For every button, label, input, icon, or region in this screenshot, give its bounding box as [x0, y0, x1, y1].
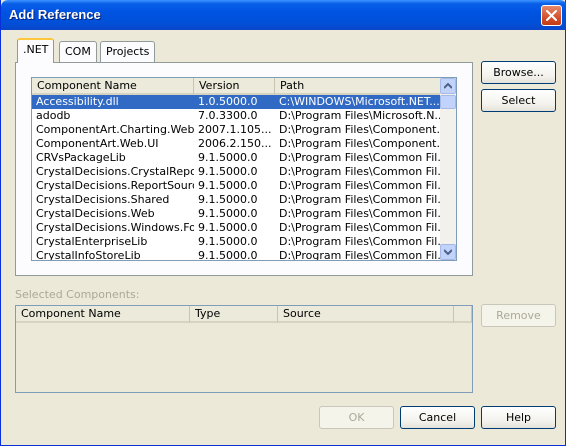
table-row[interactable]: CrystalEnterpriseLib 9.1.5000.0 D:\Program…	[32, 235, 442, 249]
column-header-filler	[454, 306, 472, 323]
selected-components-list[interactable]: Component Name Type Source	[15, 305, 473, 393]
cell-version: 9.1.5000.0	[198, 193, 258, 206]
browse-button[interactable]: Browse...	[481, 61, 556, 84]
cell-version: 9.1.5000.0	[198, 165, 258, 178]
cell-path: D:\Program Files\Common Fil...	[279, 207, 442, 220]
cell-version: 7.0.3300.0	[198, 109, 258, 122]
tab-dotnet[interactable]: .NET	[17, 38, 55, 63]
cell-component-name: CrystalDecisions.ReportSource	[36, 179, 194, 192]
cell-path: D:\Program Files\Microsoft.N...	[279, 109, 442, 122]
column-header-source[interactable]: Source	[278, 306, 454, 323]
tab-com-label: COM	[65, 45, 91, 58]
cell-path: D:\Program Files\Common Fil...	[279, 151, 442, 164]
cell-version: 9.1.5000.0	[198, 249, 258, 261]
ok-button[interactable]: OK	[319, 406, 394, 429]
select-button[interactable]: Select	[481, 89, 556, 112]
cell-version: 2007.1.105...	[198, 123, 272, 136]
scroll-thumb[interactable]	[440, 95, 456, 109]
table-row[interactable]: CrystalDecisions.CrystalRepo... 9.1.5000.…	[32, 165, 442, 179]
scroll-down-button[interactable]	[440, 244, 456, 260]
table-row[interactable]: CrystalInfoStoreLib 9.1.5000.0 D:\Program …	[32, 249, 442, 261]
table-row[interactable]: CrystalDecisions.Shared 9.1.5000.0 D:\Prog…	[32, 193, 442, 207]
table-row[interactable]: ComponentArt.Charting.Web... 2007.1.105..…	[32, 123, 442, 137]
cell-component-name: CrystalDecisions.Windows.Fo...	[36, 221, 194, 234]
cell-version: 1.0.5000.0	[198, 95, 258, 108]
column-header-component-name[interactable]: Component Name	[16, 306, 190, 323]
table-row[interactable]: CrystalDecisions.ReportSource 9.1.5000.0 D…	[32, 179, 442, 193]
cell-component-name: CrystalInfoStoreLib	[36, 249, 141, 261]
references-list[interactable]: Component Name Version Path Accessibilit…	[31, 77, 457, 261]
cell-path: D:\Program Files\Common Fil...	[279, 221, 442, 234]
cell-path: D:\Program Files\Component...	[279, 137, 442, 150]
column-header-component-name[interactable]: Component Name	[32, 78, 194, 95]
cell-component-name: ComponentArt.Web.UI	[36, 137, 159, 150]
cell-component-name: CrystalDecisions.CrystalRepo...	[36, 165, 194, 178]
selected-components-header: Component Name Type Source	[16, 306, 472, 323]
cell-component-name: CrystalEnterpriseLib	[36, 235, 148, 248]
title-bar[interactable]: Add Reference	[1, 0, 566, 30]
table-row[interactable]: CrystalDecisions.Web 9.1.5000.0 D:\Program…	[32, 207, 442, 221]
references-rows: Accessibility.dll 1.0.5000.0 C:\WINDOWS\Mi…	[32, 95, 442, 261]
cell-component-name: CrystalDecisions.Web	[36, 207, 155, 220]
cancel-button[interactable]: Cancel	[400, 406, 475, 429]
selected-components-label: Selected Components:	[15, 288, 140, 301]
cell-component-name: ComponentArt.Charting.Web...	[36, 123, 194, 136]
chevron-down-icon	[444, 249, 452, 255]
table-row[interactable]: adodb 7.0.3300.0 D:\Program Files\Microsof…	[32, 109, 442, 123]
close-button[interactable]	[541, 5, 562, 26]
cell-version: 9.1.5000.0	[198, 207, 258, 220]
tab-dotnet-label: .NET	[23, 43, 49, 56]
column-header-version[interactable]: Version	[194, 78, 275, 95]
chevron-up-icon	[444, 83, 452, 89]
tab-projects[interactable]: Projects	[100, 41, 156, 62]
table-row[interactable]: Accessibility.dll 1.0.5000.0 C:\WINDOWS\Mi…	[32, 95, 442, 109]
cell-path: D:\Program Files\Common Fil...	[279, 235, 442, 248]
references-header: Component Name Version Path	[32, 78, 442, 95]
cell-component-name: Accessibility.dll	[36, 95, 119, 108]
column-header-path[interactable]: Path	[275, 78, 442, 95]
cell-version: 9.1.5000.0	[198, 221, 258, 234]
cell-version: 9.1.5000.0	[198, 179, 258, 192]
scroll-up-button[interactable]	[440, 78, 456, 94]
remove-button[interactable]: Remove	[481, 304, 556, 327]
column-header-type[interactable]: Type	[190, 306, 278, 323]
tab-com[interactable]: COM	[59, 41, 97, 62]
table-row[interactable]: CRVsPackageLib 9.1.5000.0 D:\Program Files…	[32, 151, 442, 165]
cell-path: D:\Program Files\Common Fil...	[279, 249, 442, 261]
cell-path: D:\Program Files\Common Fil...	[279, 193, 442, 206]
cell-path: C:\WINDOWS\Microsoft.NET...	[279, 95, 440, 108]
cell-version: 9.1.5000.0	[198, 235, 258, 248]
cell-component-name: adodb	[36, 109, 71, 122]
window-title: Add Reference	[9, 7, 101, 22]
table-row[interactable]: CrystalDecisions.Windows.Fo... 9.1.5000.0…	[32, 221, 442, 235]
cell-path: D:\Program Files\Component...	[279, 123, 442, 136]
add-reference-dialog: Add Reference .NET COM Projects Componen…	[0, 0, 566, 446]
close-icon	[546, 10, 557, 21]
help-button[interactable]: Help	[481, 406, 556, 429]
vertical-scrollbar[interactable]	[440, 78, 456, 260]
tab-projects-label: Projects	[106, 45, 150, 58]
cell-path: D:\Program Files\Common Fil...	[279, 165, 442, 178]
cell-component-name: CrystalDecisions.Shared	[36, 193, 170, 206]
cell-version: 2006.2.150...	[198, 137, 272, 150]
cell-path: D:\Program Files\Common Fil...	[279, 179, 442, 192]
table-row[interactable]: ComponentArt.Web.UI 2006.2.150... D:\Progr…	[32, 137, 442, 151]
cell-component-name: CRVsPackageLib	[36, 151, 126, 164]
cell-version: 9.1.5000.0	[198, 151, 258, 164]
